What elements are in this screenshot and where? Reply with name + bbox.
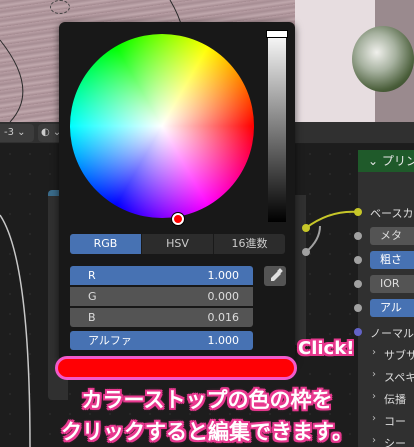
caption-line-2: クリックすると編集できます。	[61, 420, 353, 444]
alpha-output-socket[interactable]	[302, 248, 310, 256]
hue-saturation-wheel[interactable]	[70, 34, 254, 218]
wheel-cursor[interactable]	[172, 213, 184, 225]
eyedropper-button[interactable]	[264, 266, 286, 286]
color-mode-tabs: RGB HSV 16進数	[70, 234, 285, 254]
eyedropper-icon	[271, 268, 283, 281]
chevron-right-icon[interactable]: ›	[372, 347, 376, 358]
value-slider-handle[interactable]	[266, 30, 288, 38]
green-value: 0.000	[207, 290, 240, 303]
node-header[interactable]: ⌄ プリン	[358, 150, 414, 172]
subsurface-panel[interactable]: サブサ	[384, 347, 414, 363]
metallic-socket[interactable]	[354, 232, 362, 240]
node-title: プリン	[381, 154, 414, 168]
roughness-socket[interactable]	[354, 256, 362, 264]
red-value: 1.000	[207, 269, 240, 282]
specular-panel[interactable]: スペキ	[384, 369, 414, 385]
alpha-field[interactable]: アル	[370, 299, 414, 317]
metallic-field[interactable]: メタ	[370, 227, 414, 245]
roughness-field[interactable]: 粗さ	[370, 251, 414, 269]
green-slider[interactable]: G 0.000	[70, 287, 253, 306]
color-stop-swatch[interactable]	[55, 356, 297, 380]
alpha-value: 1.000	[207, 334, 240, 347]
alpha-label: アルファ	[88, 334, 132, 347]
ior-socket[interactable]	[354, 280, 362, 288]
click-annotation: Click!	[298, 338, 355, 359]
normal-label: ノーマル	[370, 327, 414, 340]
red-slider[interactable]: R 1.000	[70, 266, 253, 285]
alpha-slider[interactable]: アルファ 1.000	[70, 331, 253, 350]
red-label: R	[88, 269, 96, 282]
base-color-label: ベースカ	[370, 207, 414, 220]
chevron-down-icon[interactable]: ⌄	[368, 154, 378, 168]
tab-hsv[interactable]: HSV	[142, 234, 214, 254]
tab-rgb[interactable]: RGB	[70, 234, 142, 254]
chevron-right-icon[interactable]: ›	[372, 369, 376, 380]
blue-value: 0.016	[207, 311, 240, 324]
caption-line-1: カラーストップの色の枠を	[81, 388, 333, 412]
base-color-socket[interactable]	[354, 208, 362, 216]
blue-label: B	[88, 311, 96, 324]
ior-field[interactable]: IOR	[370, 275, 414, 293]
green-label: G	[88, 290, 97, 303]
tab-hex[interactable]: 16進数	[214, 234, 285, 254]
color-output-socket[interactable]	[302, 224, 310, 232]
value-slider[interactable]	[268, 30, 286, 222]
alpha-socket[interactable]	[354, 304, 362, 312]
normal-socket[interactable]	[354, 328, 362, 336]
blue-slider[interactable]: B 0.016	[70, 308, 253, 327]
